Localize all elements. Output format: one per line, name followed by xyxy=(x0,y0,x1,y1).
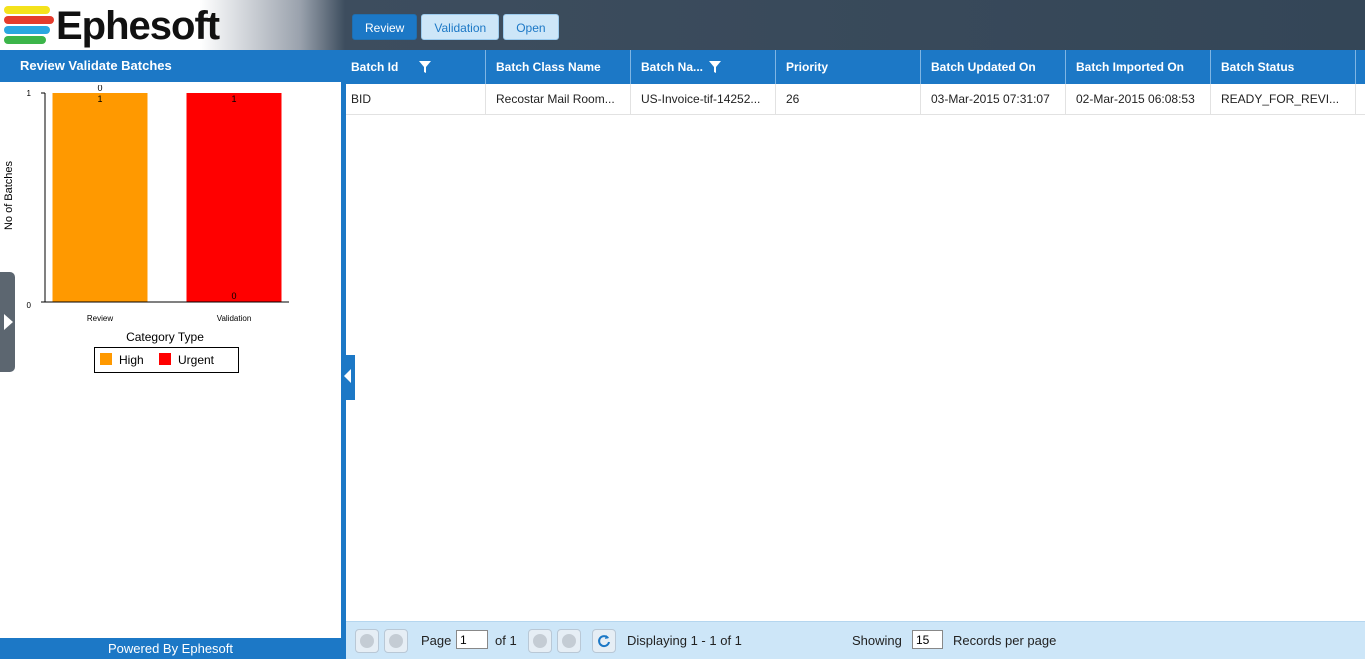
ephesoft-logo: Ephesoft xyxy=(2,2,220,48)
column-header-label: Batch Updated On xyxy=(931,60,1036,74)
column-header-batch-updated-on[interactable]: Batch Updated On xyxy=(921,50,1066,84)
pager-bar: Page of 1 Displaying 1 - 1 of 1 Showing … xyxy=(346,621,1365,659)
tab-open[interactable]: Open xyxy=(503,14,559,40)
logo-text: Ephesoft xyxy=(56,4,220,48)
page-label: Page xyxy=(421,633,452,648)
expand-panel-toggle[interactable] xyxy=(0,272,15,372)
chart-legend-swatch xyxy=(159,353,171,365)
chart-bar-high xyxy=(52,93,148,302)
column-header-batch-class-name[interactable]: Batch Class Name xyxy=(486,50,631,84)
batch-chart: 01Review10Validation01No of BatchesCateg… xyxy=(3,85,289,373)
table-row[interactable]: BID Recostar Mail Room... US-Invoice-tif… xyxy=(346,84,1365,115)
page-count-label: of 1 xyxy=(495,633,517,648)
cell-batch-name: US-Invoice-tif-14252... xyxy=(631,84,776,114)
chevron-right-icon xyxy=(4,314,13,330)
chart-data-label: 1 xyxy=(97,94,102,104)
column-header-label: Batch Status xyxy=(1221,60,1295,74)
column-header-batch-id[interactable]: Batch Id xyxy=(346,50,486,84)
cell-batch-status: READY_FOR_REVI... xyxy=(1211,84,1356,114)
page-number-input[interactable] xyxy=(456,630,488,649)
chart-legend-label: High xyxy=(119,353,144,367)
cell-batch-class-name: Recostar Mail Room... xyxy=(486,84,631,114)
displaying-status: Displaying 1 - 1 of 1 xyxy=(627,633,742,648)
last-page-icon xyxy=(562,634,576,648)
first-page-button[interactable] xyxy=(355,629,379,653)
previous-page-button[interactable] xyxy=(384,629,408,653)
filter-icon[interactable] xyxy=(419,61,431,73)
column-header-batch-name[interactable]: Batch Na... xyxy=(631,50,776,84)
column-header-batch-imported-on[interactable]: Batch Imported On xyxy=(1066,50,1211,84)
showing-label: Showing xyxy=(852,633,902,648)
column-header-label: Batch Imported On xyxy=(1076,60,1185,74)
chart-y-tick-label: 1 xyxy=(27,89,32,98)
previous-page-icon xyxy=(389,634,403,648)
left-panel-title: Review Validate Batches xyxy=(0,50,341,82)
chart-x-axis-label: Category Type xyxy=(126,330,204,344)
chart-bar-urgent xyxy=(186,93,282,302)
grid-header: Batch Id Batch Class Name Batch Na... Pr… xyxy=(346,50,1365,84)
powered-by-footer: Powered By Ephesoft xyxy=(0,638,341,659)
batch-grid: Batch Id Batch Class Name Batch Na... Pr… xyxy=(346,50,1365,621)
chart-x-tick-label: Review xyxy=(87,314,113,323)
column-header-spacer xyxy=(1356,50,1365,84)
left-panel: Review Validate Batches 0 1 Review 1 0 Valida… xyxy=(0,50,341,659)
chart-data-label: 1 xyxy=(231,94,236,104)
refresh-icon xyxy=(598,635,610,648)
next-page-icon xyxy=(533,634,547,648)
refresh-button[interactable] xyxy=(592,629,616,653)
chart-data-label: 0 xyxy=(97,85,102,93)
column-header-label: Batch Id xyxy=(351,60,399,74)
chart-legend-label: Urgent xyxy=(178,353,215,367)
chart-y-axis-label: No of Batches xyxy=(3,160,15,230)
tab-review[interactable]: Review xyxy=(352,14,418,40)
filter-icon[interactable] xyxy=(709,61,721,73)
chart-x-tick-label: Validation xyxy=(217,314,252,323)
last-page-button[interactable] xyxy=(557,629,581,653)
next-page-button[interactable] xyxy=(528,629,552,653)
app-header: Ephesoft Review Validation Open xyxy=(0,0,1365,50)
cell-priority: 26 xyxy=(776,84,921,114)
column-header-priority[interactable]: Priority xyxy=(776,50,921,84)
cell-batch-id: BID xyxy=(346,84,486,114)
first-page-icon xyxy=(360,634,374,648)
tab-validation[interactable]: Validation xyxy=(421,14,500,40)
nav-tabs: Review Validation Open xyxy=(352,14,559,40)
chart-data-label: 0 xyxy=(231,291,236,301)
column-header-batch-status[interactable]: Batch Status xyxy=(1211,50,1356,84)
records-per-page-label: Records per page xyxy=(953,633,1057,648)
cell-batch-updated-on: 03-Mar-2015 07:31:07 xyxy=(921,84,1066,114)
column-header-label: Priority xyxy=(786,60,829,74)
cell-batch-imported-on: 02-Mar-2015 06:08:53 xyxy=(1066,84,1211,114)
chart-y-tick-label: 0 xyxy=(27,301,32,310)
column-header-label: Batch Class Name xyxy=(496,60,601,74)
records-per-page-input[interactable] xyxy=(912,630,943,649)
chart-legend-swatch xyxy=(100,353,112,365)
column-header-label: Batch Na... xyxy=(641,60,704,74)
